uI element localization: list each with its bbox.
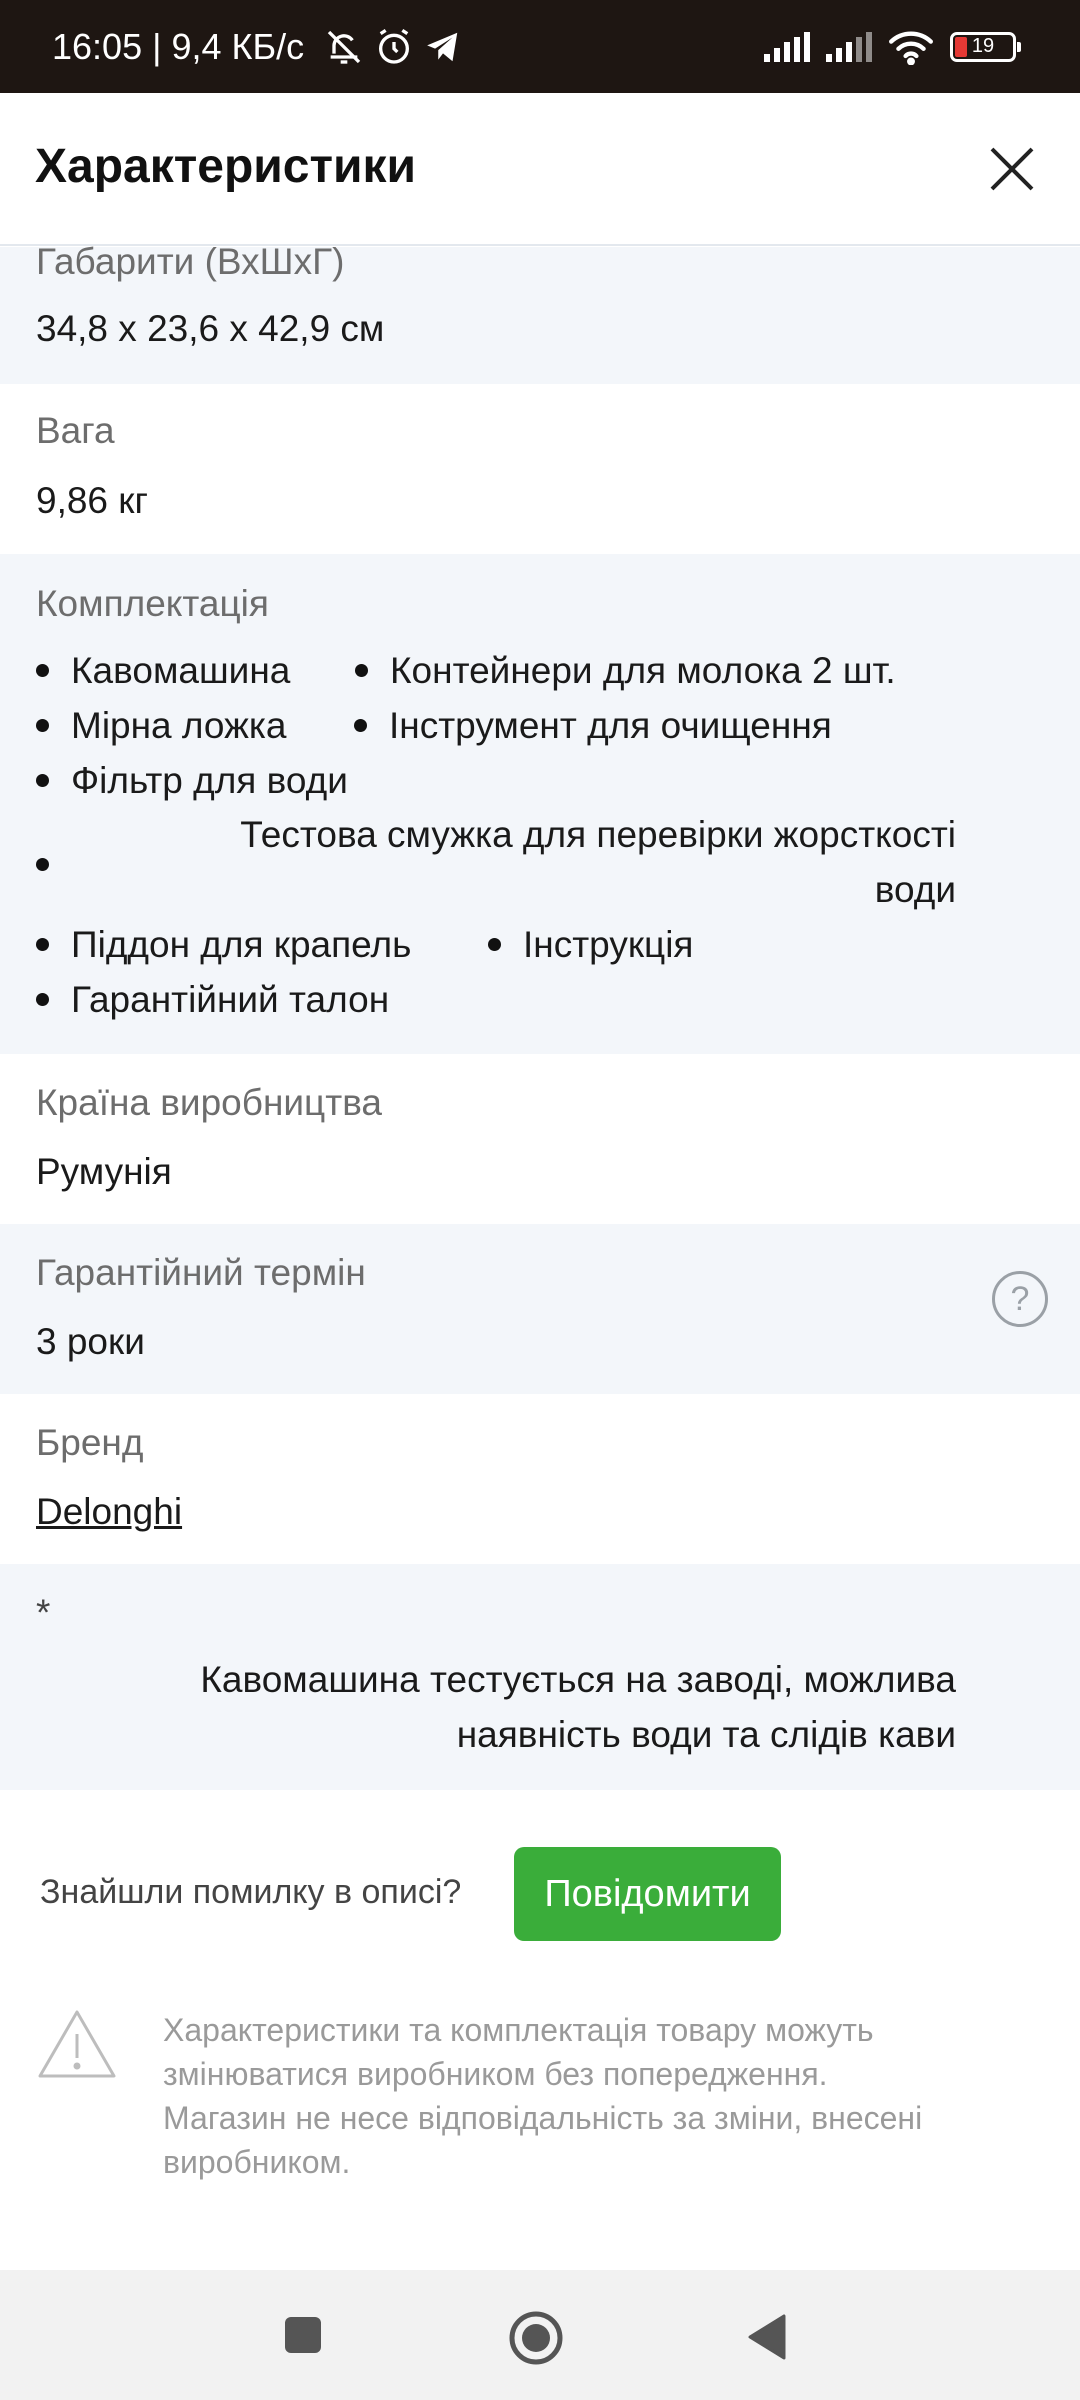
spec-label: Бренд (36, 1422, 144, 1463)
spec-row-note: * Кавомашина тестується на заводі, можли… (0, 1564, 1080, 1790)
page-title: Характеристики (35, 140, 417, 193)
list-item: Інструмент для очищення (354, 705, 832, 747)
spec-row-weight: Вага 9,86 кг (0, 384, 1080, 554)
header: Характеристики (0, 93, 1080, 246)
close-icon (990, 147, 1034, 191)
spec-row-warranty: Гарантійний термін 3 роки ? (0, 1224, 1080, 1394)
spec-value: Румунія (36, 1151, 172, 1192)
mute-icon (327, 30, 361, 64)
spec-label: Країна виробництва (36, 1082, 383, 1123)
close-button[interactable] (984, 141, 1040, 197)
spec-value: 34,8 х 23,6 х 42,9 см (36, 308, 385, 349)
list-item: Інструкція (488, 924, 693, 966)
spec-label: Вага (36, 410, 115, 451)
report-button[interactable]: Повідомити (514, 1847, 781, 1941)
wifi-icon (889, 31, 933, 65)
list-item-text: Тестова смужка для перевірки жорсткості … (240, 814, 956, 910)
spec-label: Габарити (ВхШхГ) (36, 241, 345, 282)
navigation-bar (0, 2270, 1080, 2400)
list-item: Кавомашина (36, 650, 290, 692)
spec-row-country: Країна виробництва Румунія (0, 1054, 1080, 1224)
status-bar-left: 16:05 | 9,4 КБ/с (52, 0, 462, 93)
telegram-icon (427, 32, 458, 61)
battery-level: 19 (971, 35, 995, 57)
spec-row-brand: Бренд Delonghi (0, 1394, 1080, 1564)
warning-icon (38, 2010, 116, 2078)
signal-icon (764, 31, 810, 62)
battery-icon: 19 (950, 31, 1021, 62)
spec-label: Комплектація (36, 583, 269, 624)
spec-value: 9,86 кг (36, 480, 148, 521)
status-bar: 16:05 | 9,4 КБ/с 19 (0, 0, 1080, 93)
back-button[interactable] (746, 2312, 788, 2367)
report-prompt: Знайшли помилку в описі? (40, 1873, 462, 1911)
brand-link[interactable]: Delonghi (36, 1491, 182, 1533)
help-icon[interactable]: ? (992, 1271, 1048, 1327)
list-item: Фільтр для води (36, 760, 348, 802)
home-button[interactable] (508, 2310, 564, 2371)
list-item: Мірна ложка (36, 705, 286, 747)
list-item: Контейнери для молока 2 шт. (355, 650, 896, 692)
note-text: Кавомашина тестується на заводі, можлива… (200, 1659, 956, 1755)
square-icon (285, 2317, 321, 2353)
spec-label: Гарантійний термін (36, 1252, 366, 1293)
spec-row-package: Комплектація Кавомашина Контейнери для м… (0, 554, 1080, 1054)
status-bar-right: 19 (750, 0, 1021, 93)
spec-row-dimensions: Габарити (ВхШхГ) 34,8 х 23,6 х 42,9 см (0, 241, 1080, 384)
status-time-speed: 16:05 | 9,4 КБ/с (52, 25, 305, 67)
home-circle-icon (509, 2311, 563, 2365)
alarm-icon (379, 28, 410, 64)
signal-icon (826, 31, 872, 62)
recent-apps-button[interactable] (283, 2315, 323, 2360)
disclaimer-text: Характеристики та комплектація товару мо… (163, 2012, 923, 2180)
back-triangle-icon (748, 2314, 786, 2360)
spec-value: 3 роки (36, 1321, 145, 1362)
list-item: Гарантійний талон (36, 979, 389, 1021)
list-item: Піддон для крапель (36, 924, 411, 966)
note-asterisk: * (36, 1592, 51, 1633)
